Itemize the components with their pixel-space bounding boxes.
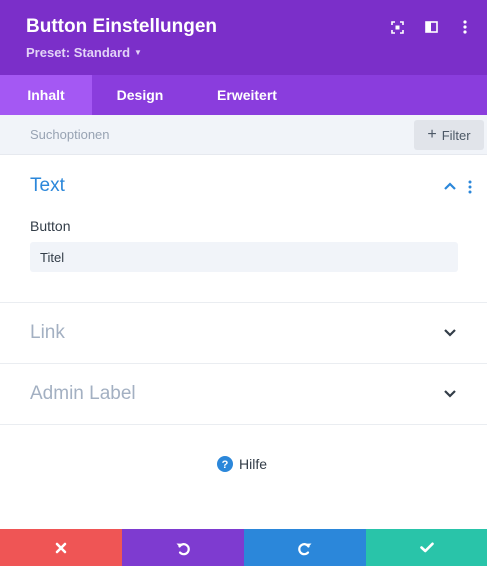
tab-design[interactable]: Design: [92, 75, 188, 115]
section-link[interactable]: Link: [0, 303, 487, 364]
header-actions: [389, 17, 473, 37]
button-text-input[interactable]: [30, 242, 458, 272]
redo-button[interactable]: [244, 529, 366, 566]
help-label: Hilfe: [239, 456, 268, 472]
fullscreen-icon[interactable]: [389, 17, 405, 37]
help-link[interactable]: ? Hilfe: [217, 456, 267, 472]
save-button[interactable]: [366, 529, 487, 566]
settings-header: Button Einstellungen Preset: Standard ▼: [0, 0, 487, 75]
chevron-down-icon[interactable]: [443, 328, 457, 338]
chevron-up-icon[interactable]: [443, 181, 457, 191]
section-text: Text Button: [0, 155, 487, 303]
section-admin-label[interactable]: Admin Label: [0, 364, 487, 425]
close-icon: [55, 542, 67, 553]
search-bar: Suchoptionen + Filter: [0, 115, 487, 155]
search-input[interactable]: Suchoptionen: [30, 127, 110, 142]
filter-label: Filter: [441, 127, 471, 143]
chevron-down-icon[interactable]: [443, 389, 457, 399]
undo-icon: [176, 542, 190, 555]
tab-bar: Inhalt Design Erweitert: [0, 75, 487, 115]
footer-actions: [0, 529, 487, 566]
preset-selector[interactable]: Preset: Standard ▼: [26, 45, 142, 60]
button-field-label: Button: [30, 218, 71, 234]
cancel-button[interactable]: [0, 529, 122, 566]
split-view-icon[interactable]: [423, 17, 439, 37]
section-options-icon[interactable]: [468, 180, 472, 194]
checkmark-icon: [419, 542, 434, 553]
section-admin-title[interactable]: Admin Label: [30, 383, 136, 405]
help-icon: ?: [217, 456, 233, 472]
svg-text:?: ?: [222, 459, 229, 471]
more-options-icon[interactable]: [457, 17, 473, 37]
preset-label: Preset: Standard: [26, 45, 131, 60]
plus-icon: +: [427, 126, 437, 143]
tab-inhalt[interactable]: Inhalt: [0, 75, 92, 115]
redo-icon: [298, 542, 312, 555]
tab-erweitert[interactable]: Erweitert: [188, 75, 306, 115]
filter-button[interactable]: + Filter: [414, 120, 484, 150]
panel-title: Button Einstellungen: [26, 16, 218, 37]
undo-button[interactable]: [122, 529, 244, 566]
section-link-title[interactable]: Link: [30, 322, 65, 344]
caret-down-icon: ▼: [134, 48, 142, 57]
section-text-title[interactable]: Text: [30, 175, 65, 197]
